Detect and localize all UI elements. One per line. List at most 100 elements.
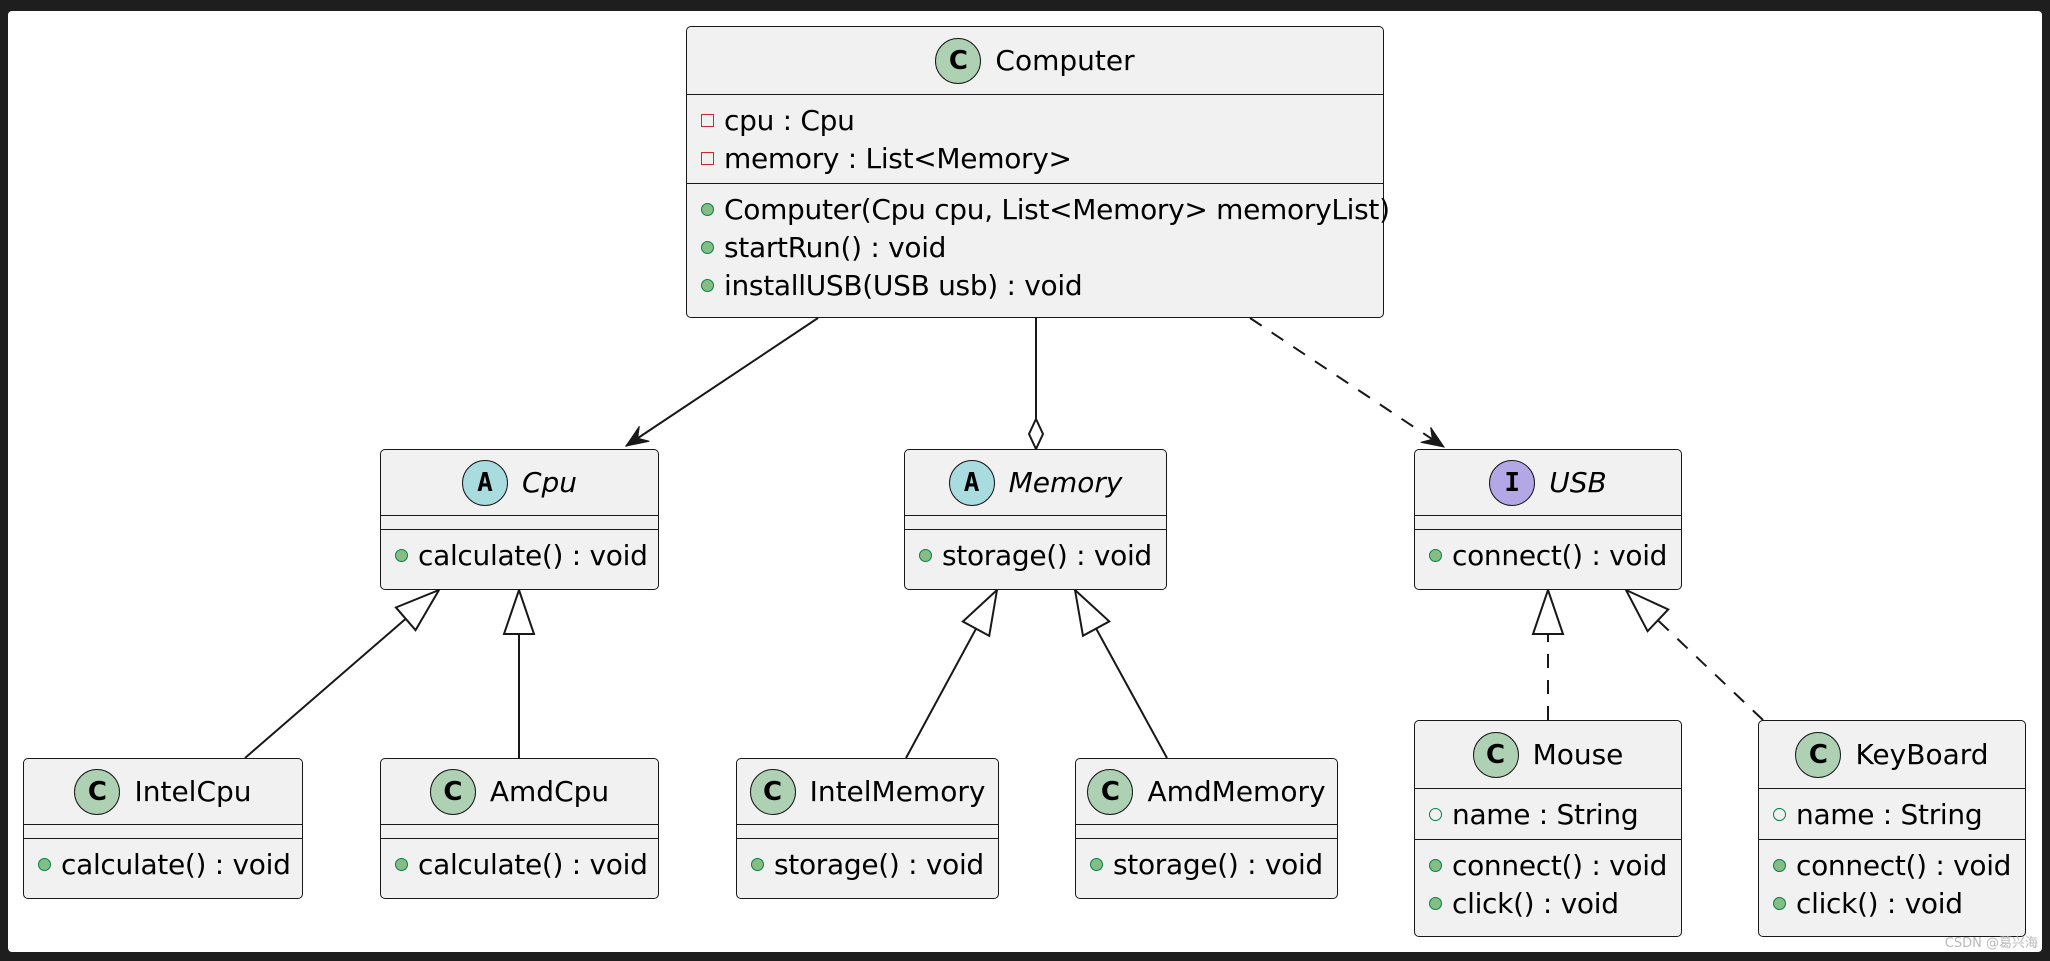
class-header: A Cpu xyxy=(381,450,658,516)
class-name: IntelMemory xyxy=(809,775,986,808)
method-row: storage() : void xyxy=(919,536,1166,574)
method-text: installUSB(USB usb) : void xyxy=(724,268,1083,302)
class-header: I USB xyxy=(1415,450,1681,516)
attributes-section xyxy=(24,825,302,839)
abstract-badge-icon: A xyxy=(461,459,508,506)
attributes-section: cpu : Cpu memory : List<Memory> xyxy=(687,95,1383,184)
method-row: connect() : void xyxy=(1773,846,2025,884)
class-badge-icon: C xyxy=(429,768,476,815)
method-row: connect() : void xyxy=(1429,536,1681,574)
class-name: Cpu xyxy=(521,466,578,499)
methods-section: storage() : void xyxy=(905,530,1166,580)
public-method-icon xyxy=(1429,858,1442,872)
public-method-icon xyxy=(751,857,764,871)
class-header: C Mouse xyxy=(1415,721,1681,789)
attributes-section: name : String xyxy=(1415,789,1681,840)
class-amdmemory[interactable]: C AmdMemory storage() : void xyxy=(1075,758,1338,899)
attribute-row: name : String xyxy=(1773,795,2025,833)
class-mouse[interactable]: C Mouse name : String connect() : void click… xyxy=(1414,720,1682,937)
method-row: storage() : void xyxy=(751,845,998,883)
method-text: click() : void xyxy=(1796,886,1963,920)
public-method-icon xyxy=(395,548,408,562)
public-field-icon xyxy=(1429,807,1442,821)
attributes-section xyxy=(1076,825,1337,839)
methods-section: calculate() : void xyxy=(381,839,658,889)
class-memory[interactable]: A Memory storage() : void xyxy=(904,449,1167,590)
public-method-icon xyxy=(1429,896,1442,910)
methods-section: connect() : void click() : void xyxy=(1759,840,2025,928)
method-text: calculate() : void xyxy=(418,847,648,881)
class-badge-icon: C xyxy=(1472,731,1519,778)
class-name: Memory xyxy=(1008,466,1123,499)
method-text: connect() : void xyxy=(1452,538,1668,572)
abstract-badge-icon: A xyxy=(948,459,995,506)
class-header: C IntelMemory xyxy=(737,759,998,825)
class-name: AmdMemory xyxy=(1147,775,1326,808)
class-amdcpu[interactable]: C AmdCpu calculate() : void xyxy=(380,758,659,899)
class-intelmemory[interactable]: C IntelMemory storage() : void xyxy=(736,758,999,899)
class-keyboard[interactable]: C KeyBoard name : String connect() : void cl… xyxy=(1758,720,2026,937)
class-name: AmdCpu xyxy=(489,775,610,808)
attributes-section xyxy=(1415,516,1681,530)
attributes-section xyxy=(905,516,1166,530)
method-row: installUSB(USB usb) : void xyxy=(701,266,1383,304)
methods-section: storage() : void xyxy=(1076,839,1337,889)
class-intelcpu[interactable]: C IntelCpu calculate() : void xyxy=(23,758,303,899)
class-badge-icon: C xyxy=(1087,768,1134,815)
class-badge-icon: C xyxy=(749,768,796,815)
methods-section: calculate() : void xyxy=(381,530,658,580)
class-cpu[interactable]: A Cpu calculate() : void xyxy=(380,449,659,590)
class-header: C KeyBoard xyxy=(1759,721,2025,789)
method-text: Computer(Cpu cpu, List<Memory> memoryLis… xyxy=(724,192,1390,226)
method-row: calculate() : void xyxy=(38,845,302,883)
private-visibility-icon xyxy=(701,151,714,165)
class-badge-icon: C xyxy=(935,37,982,84)
class-badge-icon: C xyxy=(1795,731,1842,778)
attributes-section xyxy=(737,825,998,839)
class-name: IntelCpu xyxy=(134,775,252,808)
watermark: CSDN @葛兴海 xyxy=(1944,936,2038,951)
public-method-icon xyxy=(701,202,714,216)
public-method-icon xyxy=(1090,857,1103,871)
methods-section: connect() : void xyxy=(1415,530,1681,580)
class-name: USB xyxy=(1549,466,1607,499)
public-method-icon xyxy=(395,857,408,871)
methods-section: Computer(Cpu cpu, List<Memory> memoryLis… xyxy=(687,184,1390,310)
method-text: storage() : void xyxy=(942,538,1152,572)
method-row: Computer(Cpu cpu, List<Memory> memoryLis… xyxy=(701,190,1390,228)
attribute-text: cpu : Cpu xyxy=(724,103,855,137)
public-method-icon xyxy=(1429,548,1442,562)
attributes-section: name : String xyxy=(1759,789,2025,840)
method-row: connect() : void xyxy=(1429,846,1681,884)
public-method-icon xyxy=(701,278,714,292)
attributes-section xyxy=(381,516,658,530)
class-header: A Memory xyxy=(905,450,1166,516)
public-method-icon xyxy=(701,240,714,254)
class-header: C IntelCpu xyxy=(24,759,302,825)
class-badge-icon: C xyxy=(74,768,121,815)
method-text: click() : void xyxy=(1452,886,1619,920)
method-text: connect() : void xyxy=(1796,848,2012,882)
class-name: Mouse xyxy=(1532,738,1624,771)
method-text: startRun() : void xyxy=(724,230,947,264)
class-header: C AmdMemory xyxy=(1076,759,1337,825)
class-computer[interactable]: C Computer cpu : Cpu memory : List<Memory> C… xyxy=(686,26,1390,318)
method-row: click() : void xyxy=(1429,884,1681,922)
method-text: storage() : void xyxy=(1113,847,1323,881)
class-name: KeyBoard xyxy=(1855,738,1989,771)
method-text: storage() : void xyxy=(774,847,984,881)
method-text: calculate() : void xyxy=(61,847,291,881)
public-field-icon xyxy=(1773,807,1786,821)
class-usb[interactable]: I USB connect() : void xyxy=(1414,449,1682,590)
method-text: connect() : void xyxy=(1452,848,1668,882)
attribute-row: cpu : Cpu xyxy=(701,101,1383,139)
public-method-icon xyxy=(38,857,51,871)
public-method-icon xyxy=(1773,896,1786,910)
class-header: C Computer xyxy=(687,27,1383,95)
methods-section: connect() : void click() : void xyxy=(1415,840,1681,928)
method-row: storage() : void xyxy=(1090,845,1337,883)
private-visibility-icon xyxy=(701,113,714,127)
public-method-icon xyxy=(1773,858,1786,872)
attribute-text: name : String xyxy=(1796,797,1983,831)
public-method-icon xyxy=(919,548,932,562)
